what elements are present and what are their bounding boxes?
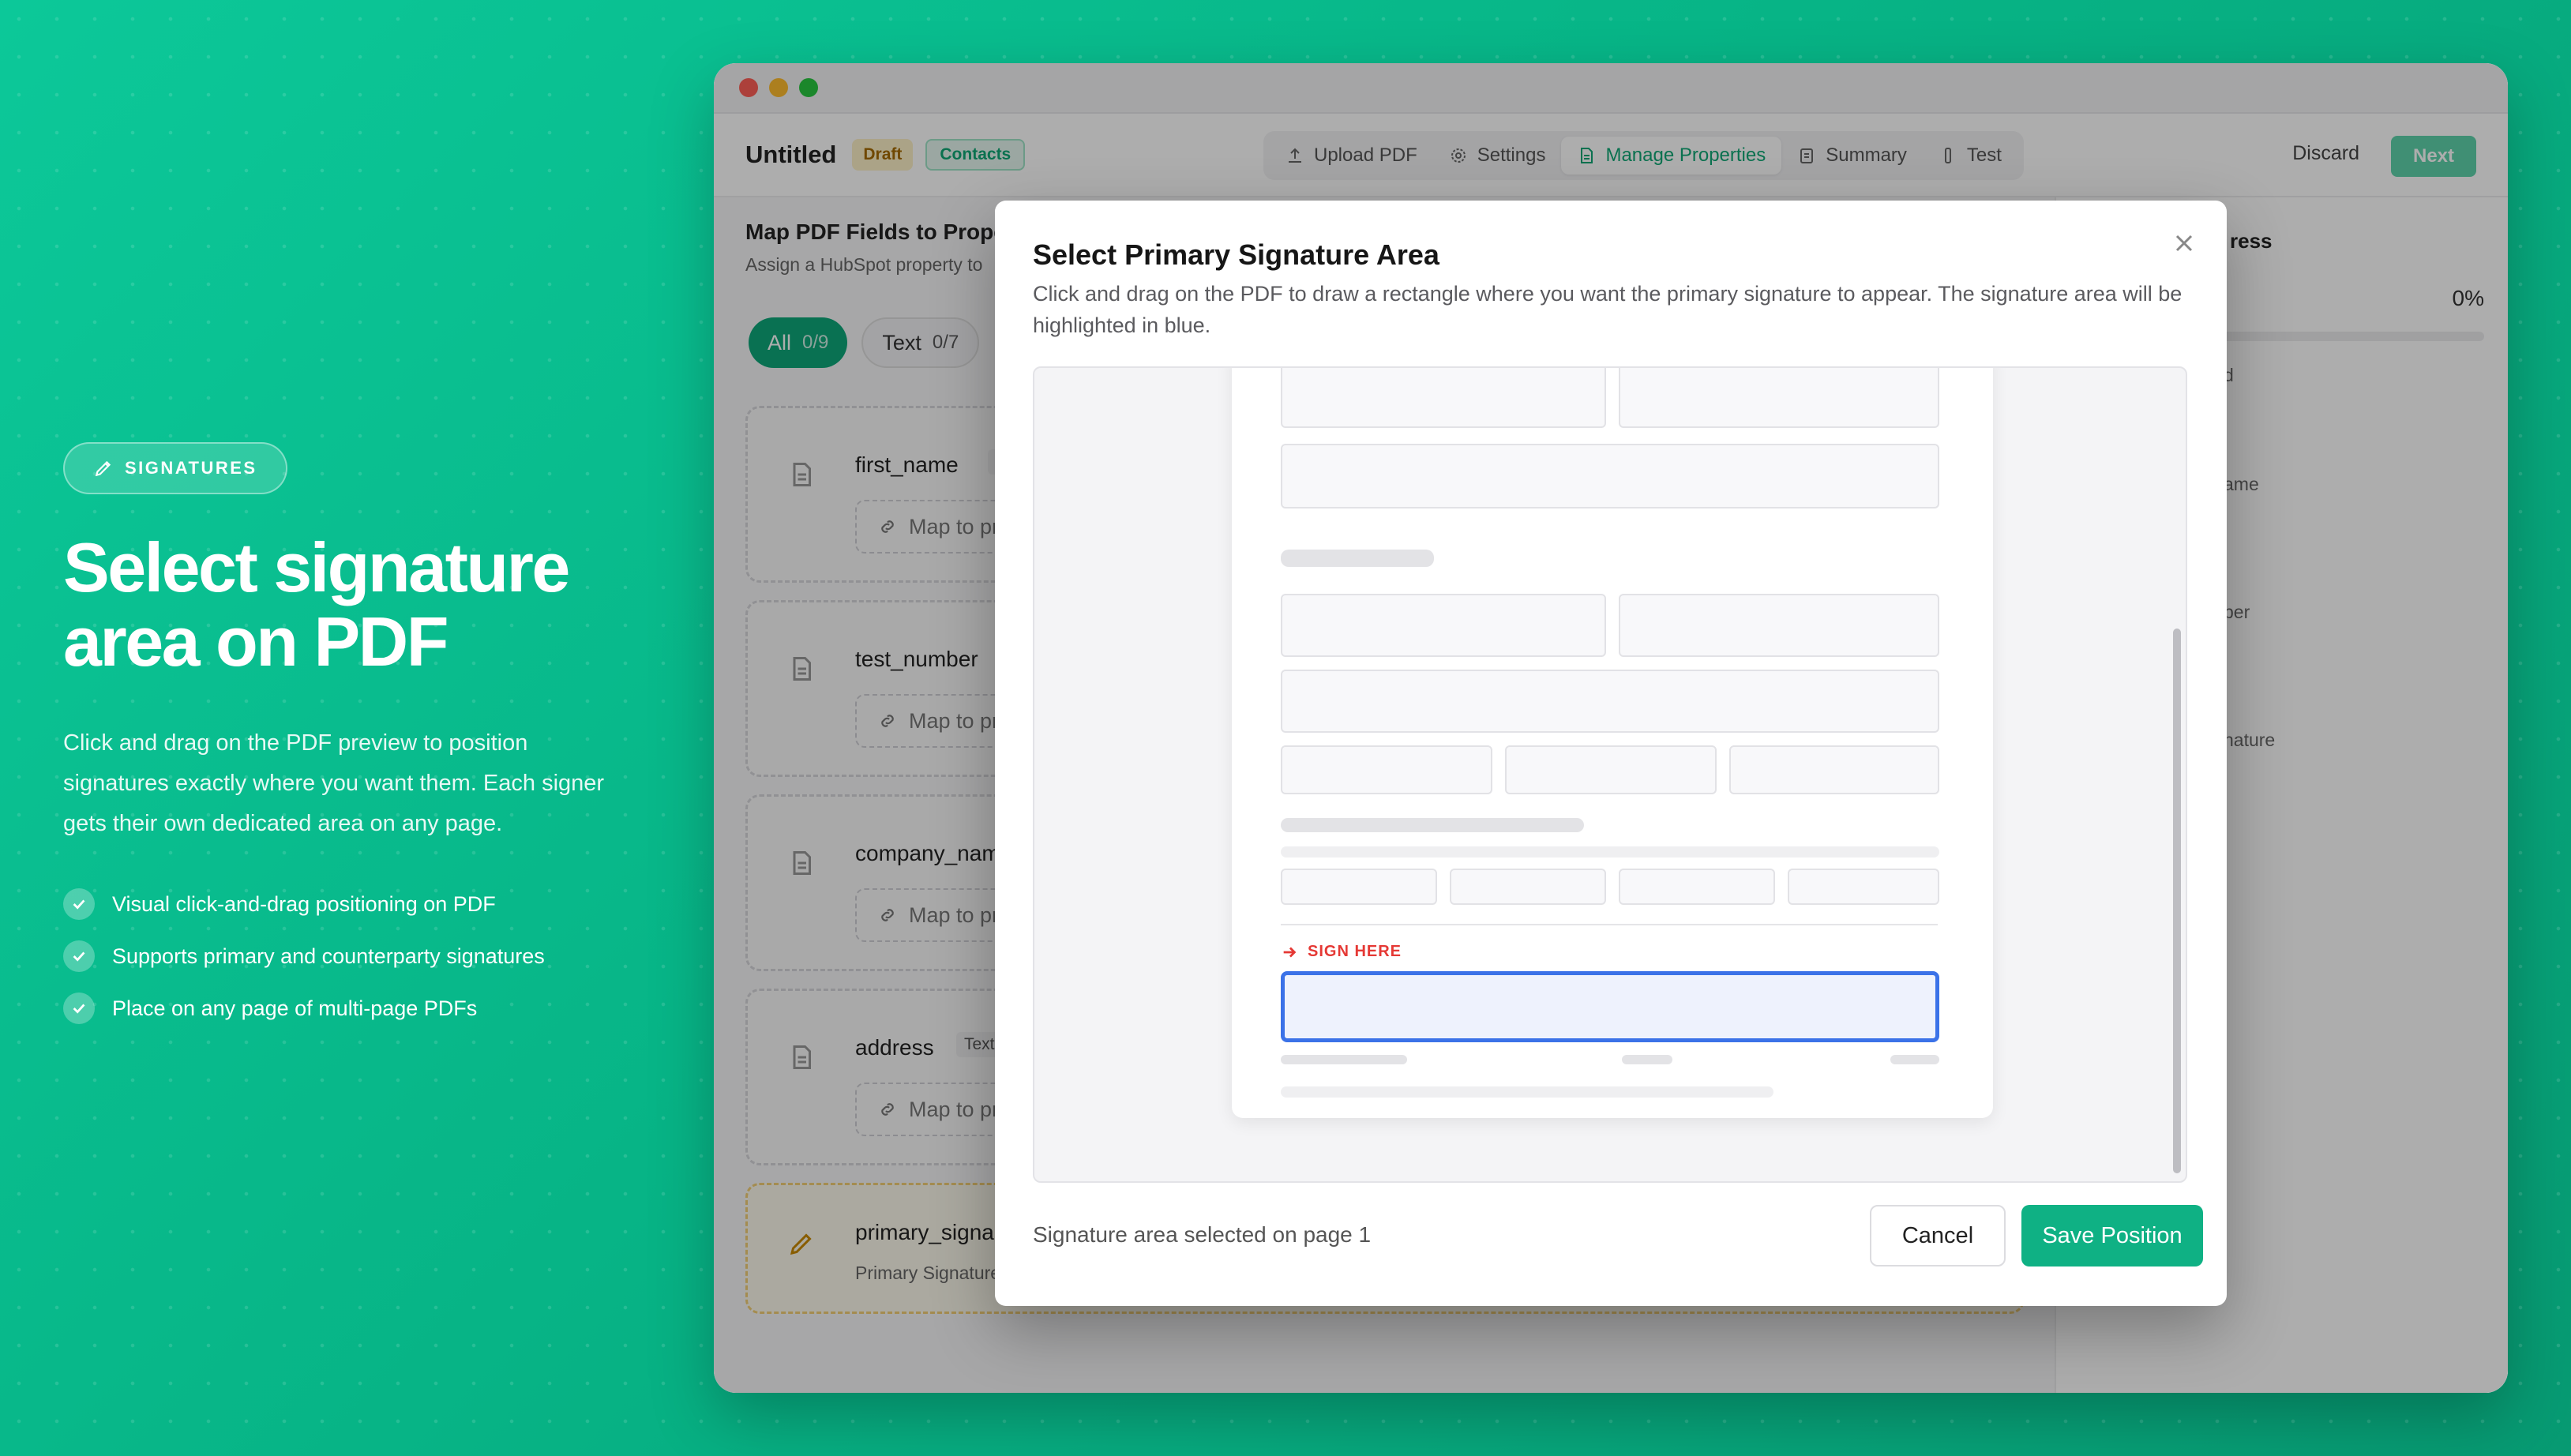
pen-icon (95, 460, 111, 477)
pdf-form-box (1729, 745, 1939, 794)
pdf-text-line (1281, 1055, 1407, 1064)
pdf-text-line (1281, 818, 1584, 832)
marketing-panel: SIGNATURES Select signature area on PDF … (63, 442, 632, 1045)
pdf-text-line (1890, 1055, 1939, 1064)
feature-item: Place on any page of multi-page PDFs (63, 993, 632, 1024)
pdf-form-box (1281, 670, 1939, 733)
cancel-button[interactable]: Cancel (1870, 1205, 2006, 1266)
feature-item: Visual click-and-drag positioning on PDF (63, 888, 632, 920)
feature-item: Supports primary and counterparty signat… (63, 940, 632, 972)
pdf-form-box (1281, 444, 1939, 508)
pdf-text-line (1281, 550, 1434, 567)
pdf-form-box (1505, 745, 1717, 794)
pdf-text-line (1622, 1055, 1672, 1064)
pdf-form-box (1619, 594, 1939, 657)
pdf-form-box (1619, 869, 1775, 905)
selection-status: Signature area selected on page 1 (1033, 1222, 1372, 1247)
signature-area-modal: Select Primary Signature Area Click and … (995, 201, 2227, 1306)
pdf-form-box (1788, 869, 1939, 905)
pdf-form-box (1281, 594, 1606, 657)
arrow-right-icon (1283, 947, 1297, 957)
pdf-text-line (1281, 1086, 1773, 1098)
close-icon[interactable] (2170, 229, 2198, 257)
pdf-form-box (1619, 368, 1939, 428)
check-icon (63, 888, 95, 920)
save-position-button[interactable]: Save Position (2021, 1205, 2203, 1266)
modal-title: Select Primary Signature Area (1033, 238, 1439, 271)
feature-badge: SIGNATURES (63, 442, 287, 494)
pdf-form-box (1450, 869, 1606, 905)
pdf-form-box (1281, 745, 1492, 794)
modal-description: Click and drag on the PDF to draw a rect… (1033, 282, 2183, 337)
pdf-page[interactable]: SIGN HERE (1232, 368, 1993, 1118)
feature-list: Visual click-and-drag positioning on PDF… (63, 888, 632, 1024)
sign-here-label: SIGN HERE (1281, 943, 1402, 961)
pdf-form-box (1281, 368, 1606, 428)
badge-label: SIGNATURES (125, 458, 257, 478)
pdf-divider (1281, 924, 1938, 925)
pdf-text-line (1281, 846, 1939, 857)
check-icon (63, 940, 95, 972)
check-icon (63, 993, 95, 1024)
pdf-form-box (1281, 869, 1437, 905)
hero-description: Click and drag on the PDF preview to pos… (63, 730, 605, 836)
pdf-scrollbar[interactable] (2173, 629, 2181, 1173)
selected-signature-area[interactable] (1281, 971, 1939, 1042)
pdf-preview[interactable]: SIGN HERE (1033, 366, 2187, 1183)
hero-title: Select signature area on PDF (63, 528, 570, 681)
